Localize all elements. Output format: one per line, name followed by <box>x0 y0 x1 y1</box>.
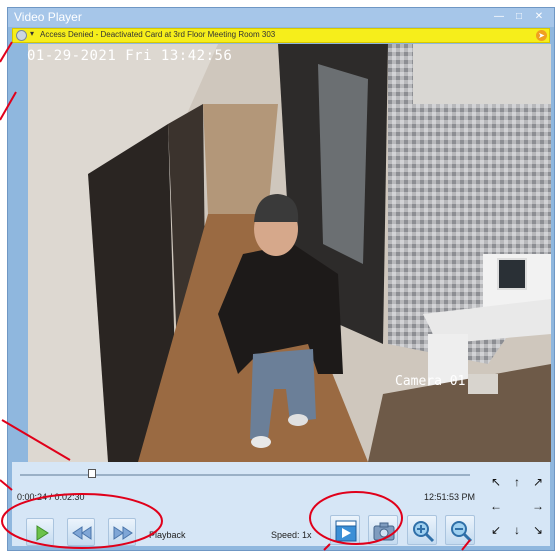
pan-down-left-icon[interactable]: ↙ <box>488 522 504 538</box>
pan-up-right-icon[interactable]: ↗ <box>530 474 546 490</box>
rewind-icon <box>72 526 92 540</box>
pan-down-right-icon[interactable]: ↘ <box>530 522 546 538</box>
fast-forward-icon <box>113 526 133 540</box>
zoom-in-icon <box>413 521 435 543</box>
alert-bar: ▾ Access Denied - Deactivated Card at 3r… <box>12 28 550 43</box>
export-clip-icon <box>335 520 357 542</box>
playback-mode-label: Playback <box>149 530 186 540</box>
alert-text: Access Denied - Deactivated Card at 3rd … <box>40 30 276 39</box>
pan-left-icon[interactable]: ← <box>488 498 504 514</box>
camera-label: Camera 01 <box>395 374 466 389</box>
playback-controls: 0:00:24 / 0:02:30 12:51:53 PM Playback S… <box>12 462 550 546</box>
dismiss-icon[interactable]: ➤ <box>536 30 547 41</box>
maximize-icon[interactable]: □ <box>512 11 526 23</box>
video-player-window: Video Player — □ ✕ ▾ Access Denied - Dea… <box>8 8 554 550</box>
speed-label: Speed: 1x <box>271 530 312 540</box>
playback-position: 0:00:24 / 0:02:30 <box>17 492 85 502</box>
timeline-scrubber[interactable] <box>88 469 96 478</box>
alarm-icon[interactable] <box>16 30 27 41</box>
window-title: Video Player <box>14 10 82 24</box>
pan-up-icon[interactable]: ↑ <box>509 474 525 490</box>
pan-right-icon[interactable]: → <box>530 498 546 514</box>
snapshot-button[interactable] <box>368 515 398 545</box>
minimize-icon[interactable]: — <box>492 11 506 23</box>
close-icon[interactable]: ✕ <box>532 11 546 23</box>
chevron-down-icon[interactable]: ▾ <box>30 29 34 38</box>
pan-up-left-icon[interactable]: ↖ <box>488 474 504 490</box>
zoom-out-icon <box>451 521 473 543</box>
video-frame[interactable] <box>28 44 551 462</box>
camera-footage <box>28 44 551 462</box>
video-timestamp: 01-29-2021 Fri 13:42:56 <box>27 48 233 64</box>
fast-forward-button[interactable] <box>108 518 136 546</box>
export-clip-button[interactable] <box>330 515 360 545</box>
pan-down-icon[interactable]: ↓ <box>509 522 525 538</box>
playback-clock: 12:51:53 PM <box>424 492 476 502</box>
play-icon <box>36 525 49 541</box>
play-button[interactable] <box>26 518 54 546</box>
title-bar: Video Player — □ ✕ <box>8 8 554 27</box>
camera-snapshot-icon <box>373 522 395 541</box>
zoom-in-button[interactable] <box>407 515 437 545</box>
rewind-button[interactable] <box>67 518 95 546</box>
zoom-out-button[interactable] <box>445 515 475 545</box>
